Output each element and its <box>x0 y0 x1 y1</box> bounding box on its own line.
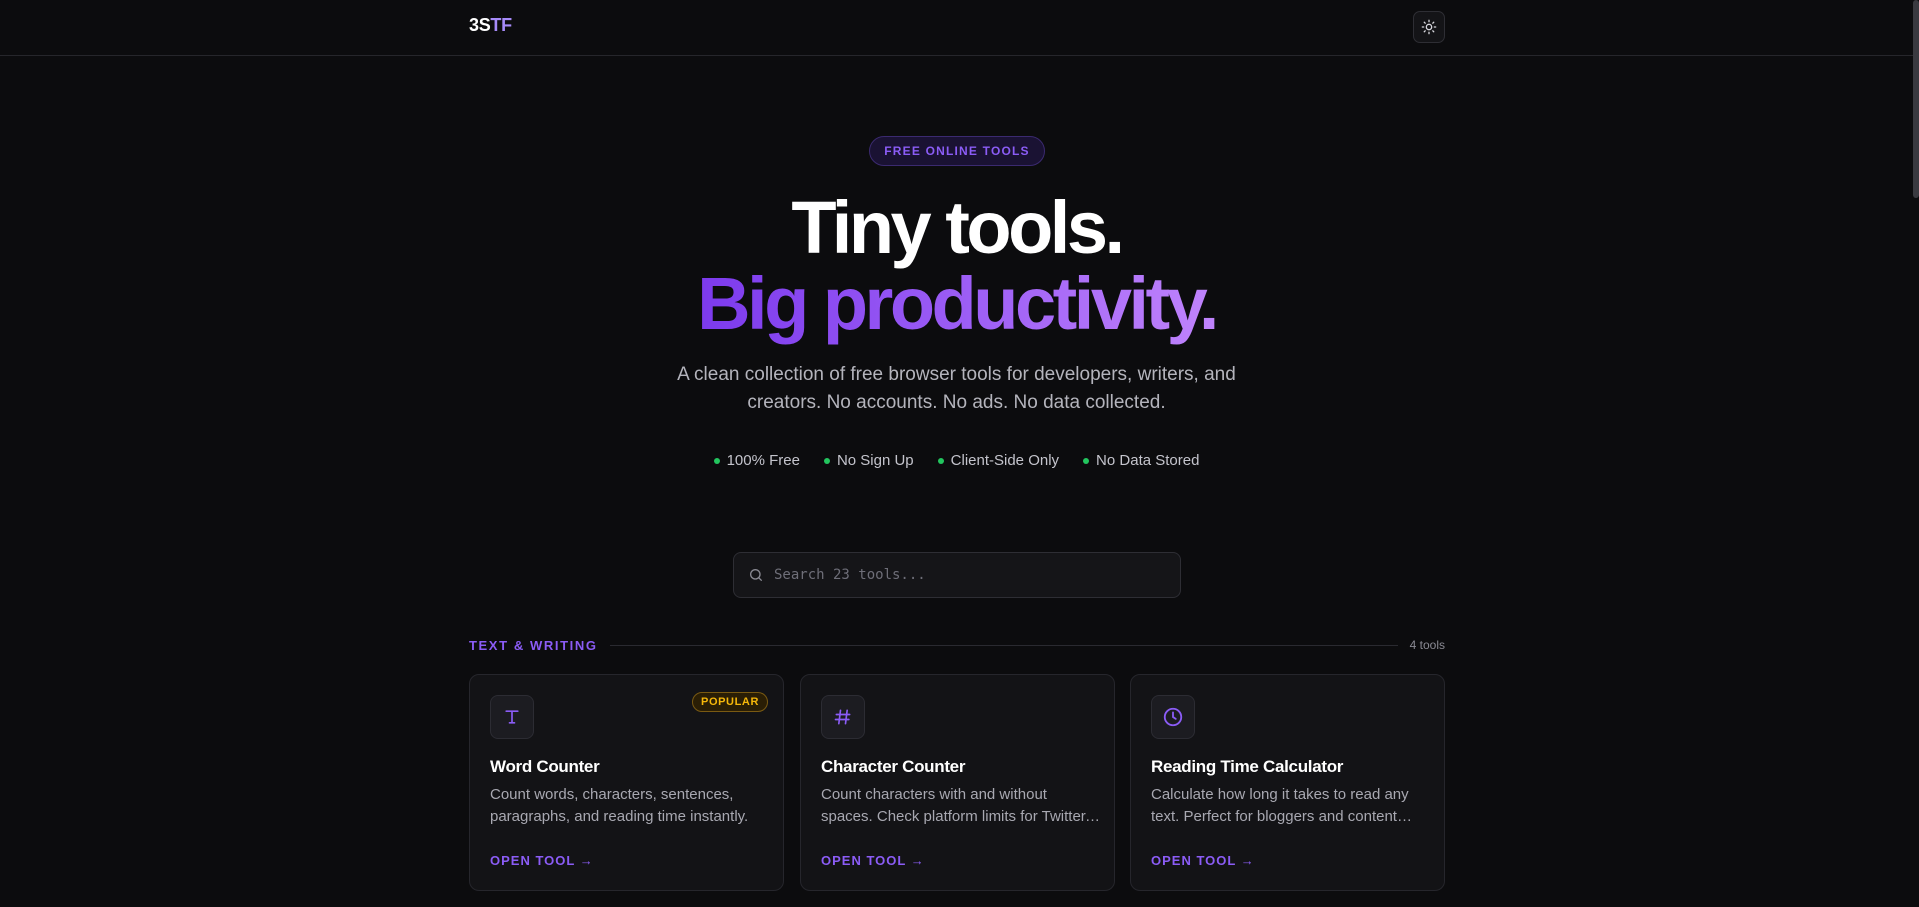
hero-headline-line2: Big productivity. <box>0 264 1913 344</box>
popular-badge: POPULAR <box>692 692 768 712</box>
feature-item: Client-Side Only <box>937 452 1060 469</box>
feature-item: No Sign Up <box>823 452 914 469</box>
hero-headline-line1: Tiny tools. <box>791 186 1125 269</box>
open-tool-link[interactable]: OPEN TOOL → <box>1151 853 1255 868</box>
section-title: TEXT & WRITING <box>469 637 598 653</box>
hero-subtitle: A clean collection of free browser tools… <box>677 364 1236 413</box>
status-dot-icon <box>823 457 830 464</box>
feature-label: Client-Side Only <box>950 452 1060 469</box>
scrollbar-thumb[interactable] <box>1913 0 1919 198</box>
hero-badge: FREE ONLINE TOOLS <box>869 136 1045 166</box>
page-scrollbar[interactable] <box>1913 0 1919 907</box>
tool-search-box[interactable] <box>733 552 1181 598</box>
tool-card-description: Count characters with and without spaces… <box>821 786 1090 825</box>
theme-toggle-button[interactable] <box>1413 11 1445 43</box>
tool-card-description: Calculate how long it takes to read any … <box>1151 786 1409 825</box>
type-icon <box>505 710 519 724</box>
clock-icon <box>1163 707 1183 727</box>
tool-card-title: Character Counter <box>821 757 966 776</box>
tool-icon-box <box>821 695 865 739</box>
status-dot-icon <box>713 457 720 464</box>
section-divider <box>609 644 1398 646</box>
hash-icon <box>834 709 851 725</box>
tool-card-title: Reading Time Calculator <box>1151 757 1344 776</box>
tool-icon-box <box>490 695 534 739</box>
search-icon <box>750 569 762 581</box>
feature-label: No Data Stored <box>1096 452 1200 469</box>
status-dot-icon <box>937 457 944 464</box>
tool-card-title: Word Counter <box>490 757 600 776</box>
tool-card-character-counter[interactable]: Character Counter Count characters with … <box>800 674 1115 891</box>
top-navbar: 3S TF <box>0 0 1913 56</box>
feature-item: 100% Free <box>713 452 800 469</box>
feature-item: No Data Stored <box>1083 452 1199 469</box>
feature-list: 100% Free No Sign Up Client-Side Only No… <box>0 452 1913 469</box>
sun-icon <box>1421 19 1437 35</box>
logo-text-accent: TF <box>490 15 512 35</box>
open-tool-link[interactable]: OPEN TOOL → <box>821 853 925 868</box>
tool-card-description: Count words, characters, sentences, para… <box>490 786 749 825</box>
hero-headline-gradient-text: Big productivity. <box>697 262 1219 345</box>
section-header-text-writing: TEXT & WRITING 4 tools <box>469 636 1445 654</box>
tool-icon-box <box>1151 695 1195 739</box>
feature-label: No Sign Up <box>836 452 914 469</box>
open-tool-link[interactable]: OPEN TOOL → <box>490 853 594 868</box>
search-input[interactable] <box>774 567 1154 583</box>
status-dot-icon <box>1083 457 1090 464</box>
tool-card-word-counter[interactable]: POPULAR Word Counter Count words, charac… <box>469 674 784 891</box>
feature-label: 100% Free <box>726 452 800 469</box>
section-tool-count: 4 tools <box>1409 638 1445 652</box>
site-logo[interactable]: 3S TF <box>469 15 512 36</box>
logo-text-primary: 3S <box>469 15 491 35</box>
tool-card-reading-time-calculator[interactable]: Reading Time Calculator Calculate how lo… <box>1130 674 1445 891</box>
